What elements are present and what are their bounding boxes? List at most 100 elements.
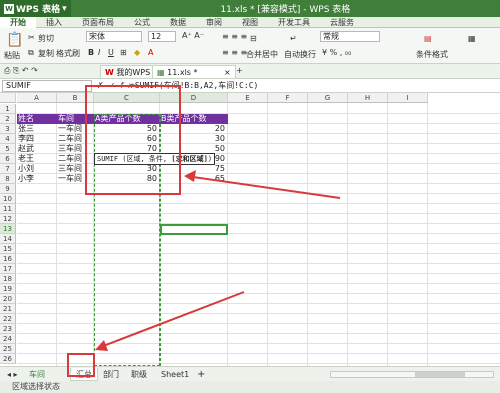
column-header-i[interactable]: I — [388, 93, 428, 103]
column-header-h[interactable]: H — [348, 93, 388, 103]
cut-button[interactable]: 剪切 — [38, 33, 54, 44]
merge-center-icon[interactable]: ⊟ — [250, 34, 257, 43]
align-top-icon[interactable]: ≡ ≡ ≡ — [222, 32, 247, 41]
table-cell[interactable]: 张三 — [18, 124, 34, 134]
row-header-10[interactable]: 10 — [0, 194, 16, 204]
row-header-2[interactable]: 2 — [0, 114, 16, 124]
sheet-nav-icons[interactable]: ◂ ▸ — [2, 368, 23, 381]
row-header-11[interactable]: 11 — [0, 204, 16, 214]
percent-icon[interactable]: ¥ % ‚ ₀₀ — [322, 48, 351, 57]
table-cell[interactable]: 老王 — [18, 154, 34, 164]
merge-center-button[interactable]: 合并居中 — [246, 49, 278, 60]
table-cell[interactable]: 小李 — [18, 174, 34, 184]
row-header-15[interactable]: 15 — [0, 244, 16, 254]
row-header-26[interactable]: 26 — [0, 354, 16, 364]
italic-icon[interactable]: I — [98, 48, 100, 57]
wrap-text-button[interactable]: 自动换行 — [284, 49, 316, 60]
row-header-7[interactable]: 7 — [0, 164, 16, 174]
header-cell[interactable]: 姓名 — [18, 114, 34, 124]
tab-insert[interactable]: 插入 — [36, 17, 72, 28]
sheet-tab-rank[interactable]: 职级 — [126, 368, 152, 381]
row-header-14[interactable]: 14 — [0, 234, 16, 244]
border-icon[interactable]: ⊞ — [120, 48, 127, 57]
row-header-21[interactable]: 21 — [0, 304, 16, 314]
tab-data[interactable]: 数据 — [160, 17, 196, 28]
underline-icon[interactable]: U — [108, 48, 114, 57]
tab-formulas[interactable]: 公式 — [124, 17, 160, 28]
close-icon[interactable]: × — [224, 68, 231, 77]
add-sheet-button[interactable]: + — [192, 368, 210, 381]
font-color-icon[interactable]: A — [148, 48, 153, 57]
table-cell[interactable]: 三车间 — [58, 144, 82, 154]
sheet-tab-summary[interactable]: 汇总 — [70, 368, 98, 381]
table-cell[interactable]: 小刘 — [18, 164, 34, 174]
sheet-tab-department[interactable]: 部门 — [98, 368, 124, 381]
table-cell[interactable]: 赵武 — [18, 144, 34, 154]
wrap-text-icon[interactable]: ↵ — [290, 34, 297, 43]
font-size-select[interactable]: 12 — [148, 31, 176, 42]
scrollbar-thumb[interactable] — [415, 372, 465, 377]
tab-home[interactable]: 开始 — [0, 16, 36, 28]
column-header-c[interactable]: C — [94, 93, 160, 103]
conditional-format-button[interactable]: 条件格式 — [416, 49, 448, 60]
sheet-tab-workshop[interactable]: 车间 — [24, 368, 50, 381]
row-header-19[interactable]: 19 — [0, 284, 16, 294]
column-header-g[interactable]: G — [308, 93, 348, 103]
tab-cloud[interactable]: 云服务 — [320, 17, 364, 28]
row-header-24[interactable]: 24 — [0, 334, 16, 344]
cell-style-icon[interactable]: ▦ — [468, 34, 476, 43]
row-header-25[interactable]: 25 — [0, 344, 16, 354]
paste-icon[interactable]: 📋 — [6, 32, 23, 48]
row-header-16[interactable]: 16 — [0, 254, 16, 264]
row-header-23[interactable]: 23 — [0, 324, 16, 334]
tab-document[interactable]: ▦ 11.xls * × — [152, 65, 236, 78]
column-header-d[interactable]: D — [160, 93, 228, 103]
number-format-select[interactable]: 常规 — [320, 31, 380, 42]
name-box[interactable]: SUMIF — [2, 80, 92, 92]
column-header-a[interactable]: A — [17, 93, 57, 103]
table-cell[interactable]: 三车间 — [58, 164, 82, 174]
row-header-3[interactable]: 3 — [0, 124, 16, 134]
row-header-6[interactable]: 6 — [0, 154, 16, 164]
copy-button[interactable]: 复制 — [38, 48, 54, 59]
select-all-corner[interactable] — [0, 93, 16, 103]
tab-view[interactable]: 视图 — [232, 17, 268, 28]
tab-page-layout[interactable]: 页面布局 — [72, 17, 124, 28]
table-cell[interactable]: 二车间 — [58, 154, 82, 164]
row-header-12[interactable]: 12 — [0, 214, 16, 224]
conditional-format-icon[interactable]: ▤ — [424, 34, 432, 43]
row-header-20[interactable]: 20 — [0, 294, 16, 304]
paste-button[interactable]: 粘贴 — [4, 50, 20, 61]
wps-menu-button[interactable]: W WPS 表格 ▾ — [0, 0, 71, 17]
format-painter-button[interactable]: 格式刷 — [56, 48, 80, 59]
table-cell[interactable]: 一车间 — [58, 124, 82, 134]
table-cell[interactable]: 二车间 — [58, 134, 82, 144]
font-grow-icon[interactable]: A⁺ A⁻ — [182, 31, 204, 40]
column-header-e[interactable]: E — [228, 93, 268, 103]
tab-my-wps[interactable]: W 我的WPS — [100, 65, 156, 78]
sheet-tab-sheet1[interactable]: Sheet1 — [156, 368, 194, 381]
header-cell[interactable]: 车间 — [58, 114, 74, 124]
spreadsheet-grid[interactable]: ABCDEFGHI 1 2 3 4 5 6 7 8 9 10 11 12 13 14 15 16 17 18 19 2… — [0, 93, 500, 366]
row-header-8[interactable]: 8 — [0, 174, 16, 184]
align-left-icon[interactable]: ≡ ≡ ≡ — [222, 48, 247, 57]
tab-review[interactable]: 审阅 — [196, 17, 232, 28]
row-header-17[interactable]: 17 — [0, 264, 16, 274]
table-cell[interactable]: 李四 — [18, 134, 34, 144]
column-header-f[interactable]: F — [268, 93, 308, 103]
new-tab-icon[interactable]: + — [236, 66, 243, 75]
row-header-4[interactable]: 4 — [0, 134, 16, 144]
column-header-b[interactable]: B — [57, 93, 94, 103]
row-header-22[interactable]: 22 — [0, 314, 16, 324]
row-header-18[interactable]: 18 — [0, 274, 16, 284]
row-header-1[interactable]: 1 — [0, 104, 16, 114]
cancel-icon[interactable]: ✗ — [97, 81, 109, 90]
tab-developer[interactable]: 开发工具 — [268, 17, 320, 28]
bold-icon[interactable]: B — [88, 48, 94, 57]
row-header-5[interactable]: 5 — [0, 144, 16, 154]
row-header-13[interactable]: 13 — [0, 224, 16, 234]
quick-access-icons[interactable]: ⎙ ⎘ ↶ ↷ — [4, 66, 38, 76]
horizontal-scrollbar[interactable] — [330, 371, 494, 378]
confirm-icon[interactable]: ✓ — [109, 81, 121, 90]
table-cell[interactable]: 一车间 — [58, 174, 82, 184]
